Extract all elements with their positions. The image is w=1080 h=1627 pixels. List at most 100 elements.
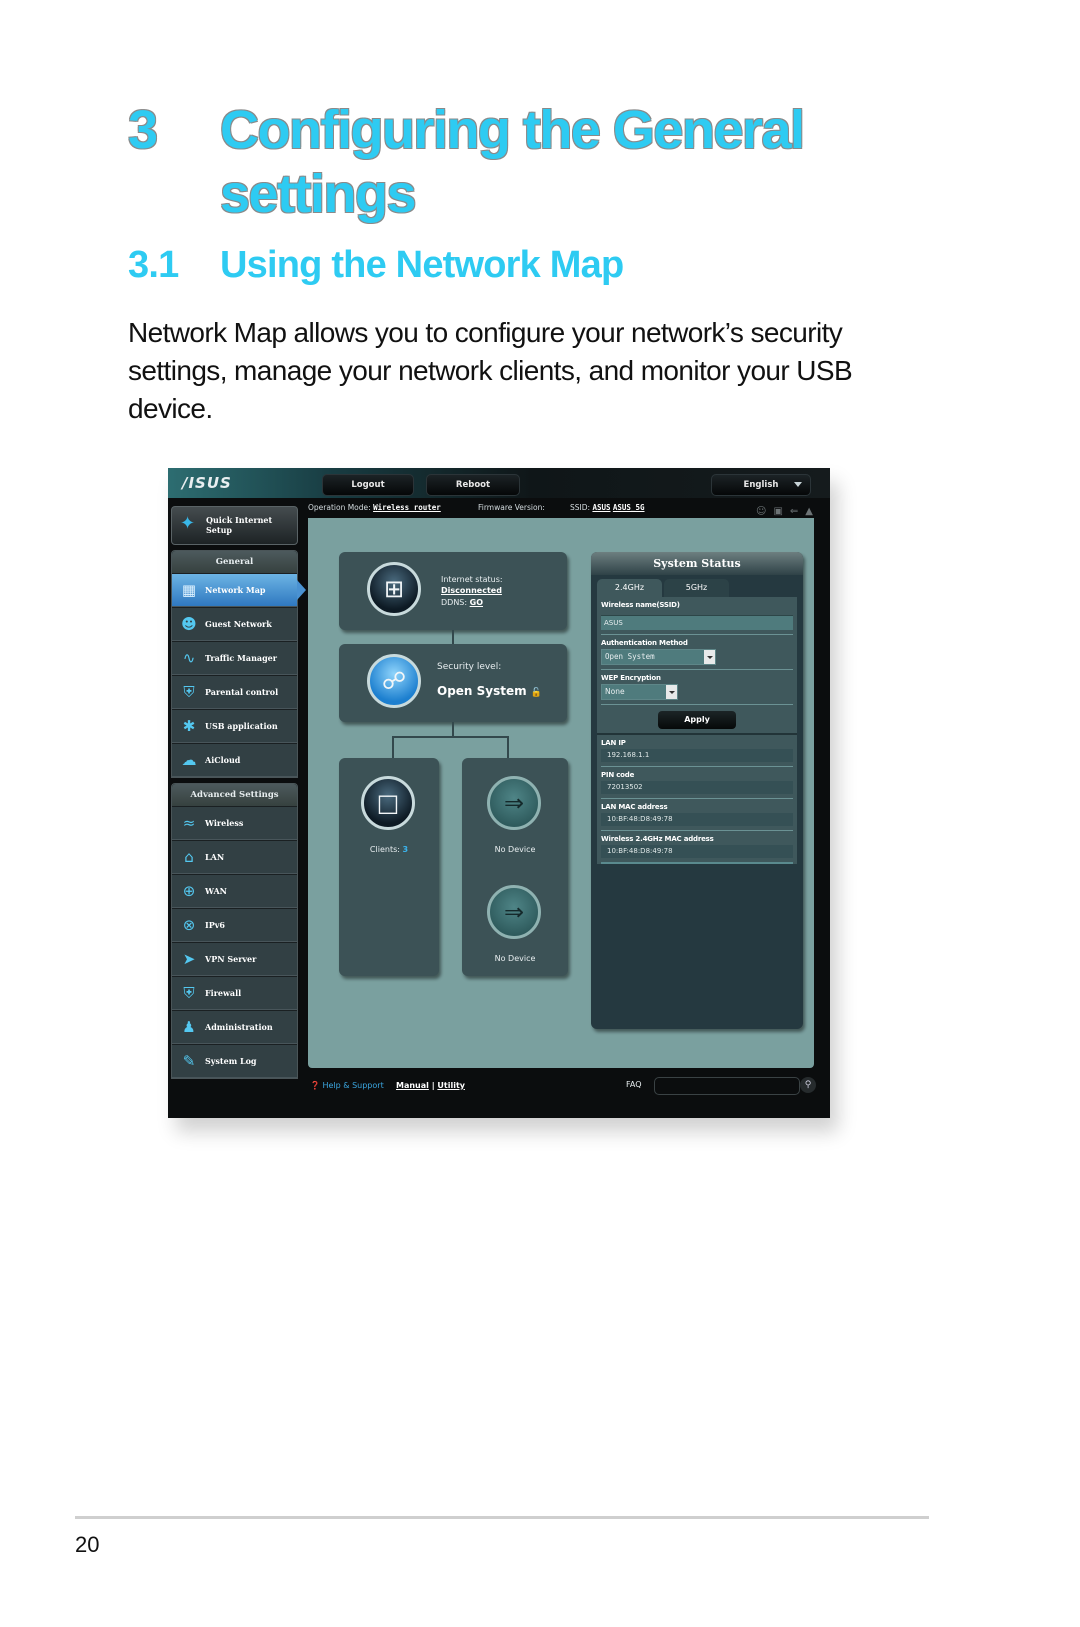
search-icon[interactable]: ⚲ xyxy=(800,1077,816,1093)
router-icon: ☍ xyxy=(381,667,407,695)
chevron-down-icon xyxy=(704,650,715,664)
sidebar-item-administration[interactable]: ♟ Administration xyxy=(172,1010,297,1044)
connector-line xyxy=(392,736,394,758)
clients-icon[interactable]: ☺ xyxy=(756,506,773,517)
apply-button[interactable]: Apply xyxy=(658,711,736,729)
footer-bar: ❓ Help & Support Manual | Utility FAQ ⚲ xyxy=(168,1073,830,1118)
system-status-panel: System Status 2.4GHz 5GHz Wireless name(… xyxy=(591,552,803,1029)
traffic-manager-icon: ∿ xyxy=(182,649,196,667)
usb-1-status: No Device xyxy=(494,845,536,854)
router-ui-screenshot: /ISUS Logout Reboot English Operation Mo… xyxy=(168,468,830,1118)
internet-status-label: Internet status: xyxy=(441,575,503,584)
chapter-title: Configuring the General settings xyxy=(220,100,805,224)
ssid-5-link[interactable]: ASUS_5G xyxy=(613,503,645,512)
magic-wand-icon: ✦ xyxy=(180,513,196,534)
pin-code-label: PIN code xyxy=(601,771,635,779)
sidebar-item-usb-application[interactable]: ✱ USB application xyxy=(172,709,297,743)
wireless-mac-value: 10:BF:48:D8:49:78 xyxy=(601,845,793,858)
lan-mac-label: LAN MAC address xyxy=(601,803,668,811)
advanced-menu: Advanced Settings ≈ Wireless ⌂ LAN ⊕ WAN… xyxy=(171,783,298,1079)
lan-ip-label: LAN IP xyxy=(601,739,626,747)
clients-card[interactable]: □ Clients: 3 xyxy=(339,758,439,976)
network-map-icon: ▦ xyxy=(181,581,197,599)
parental-lock-icon: ⛨ xyxy=(183,683,195,701)
clients-circle[interactable]: □ xyxy=(361,776,415,830)
security-level-value: Open System xyxy=(437,684,527,698)
printer-icon[interactable]: ▲ xyxy=(805,506,820,517)
globe-icon: ⊞ xyxy=(383,575,405,603)
help-icon: ❓ xyxy=(310,1081,320,1090)
sidebar-item-network-map[interactable]: ▦ Network Map xyxy=(172,573,306,607)
language-value: English xyxy=(743,480,779,490)
clients-count[interactable]: 3 xyxy=(403,845,409,854)
general-menu-header: General xyxy=(172,551,297,573)
section-heading: 3.1 Using the Network Map xyxy=(128,242,624,288)
ssid-display: SSID: ASUS ASUS_5G xyxy=(570,503,645,512)
computer-icon: □ xyxy=(376,789,400,817)
router-circle[interactable]: ☍ xyxy=(367,654,421,708)
wep-encryption-select[interactable]: None xyxy=(601,684,678,700)
clients-label: Clients: xyxy=(369,845,400,854)
firmware-label: Firmware Version: xyxy=(478,503,545,512)
sidebar-item-wireless[interactable]: ≈ Wireless xyxy=(172,806,297,840)
sidebar-item-ipv6[interactable]: ⊗ IPv6 xyxy=(172,908,297,942)
chevron-down-icon xyxy=(794,482,802,487)
log-edit-icon: ✎ xyxy=(182,1052,196,1070)
wireless-settings: Wireless name(SSID) ASUS Authentication … xyxy=(597,597,797,864)
usb-icon[interactable]: ⇐ xyxy=(790,506,805,517)
auth-method-select[interactable]: Open System xyxy=(601,649,716,665)
ddns-label: DDNS: xyxy=(441,598,468,607)
router-card[interactable]: ☍ Security level: Open System 🔓 xyxy=(339,644,567,722)
usb-1-circle[interactable]: ⇒ xyxy=(487,776,541,830)
operation-bar: Operation Mode: Wireless router Firmware… xyxy=(308,498,830,518)
tab-5ghz[interactable]: 5GHz xyxy=(664,579,729,597)
tab-2-4ghz[interactable]: 2.4GHz xyxy=(597,579,662,597)
usb-2-circle[interactable]: ⇒ xyxy=(487,885,541,939)
chevron-down-icon xyxy=(666,685,677,699)
ssid-24-link[interactable]: ASUS xyxy=(592,503,610,512)
connector-line xyxy=(507,736,509,758)
logout-button[interactable]: Logout xyxy=(322,474,414,496)
usb-card: ⇒ No Device ⇒ No Device xyxy=(462,758,568,976)
sidebar-item-wan[interactable]: ⊕ WAN xyxy=(172,874,297,908)
wep-encryption-label: WEP Encryption xyxy=(601,674,661,682)
top-bar: /ISUS Logout Reboot English xyxy=(168,468,830,498)
quick-internet-setup[interactable]: ✦ Quick Internet Setup xyxy=(171,506,298,545)
connector-line xyxy=(392,736,509,738)
usb-icon: ⇒ xyxy=(503,898,525,926)
faq-search-input[interactable] xyxy=(654,1077,800,1095)
sidebar-item-vpn-server[interactable]: ➤ VPN Server xyxy=(172,942,297,976)
internet-status-link[interactable]: Disconnected xyxy=(441,586,502,595)
network-icon[interactable]: ▣ xyxy=(773,506,789,517)
asus-logo: /ISUS xyxy=(182,474,232,492)
reboot-button[interactable]: Reboot xyxy=(426,474,520,496)
operation-mode-link[interactable]: Wireless router xyxy=(373,503,441,512)
footer-rule xyxy=(75,1516,929,1519)
manual-link[interactable]: Manual xyxy=(396,1081,429,1090)
help-support[interactable]: ❓ Help & Support xyxy=(310,1081,384,1090)
faq-label: FAQ xyxy=(626,1080,642,1089)
shield-icon: ⛨ xyxy=(183,984,195,1002)
language-select[interactable]: English xyxy=(711,474,811,496)
connector-line xyxy=(452,630,454,644)
sidebar-item-traffic-manager[interactable]: ∿ Traffic Manager xyxy=(172,641,297,675)
ssid-input[interactable]: ASUS xyxy=(601,615,793,630)
intro-paragraph: Network Map allows you to configure your… xyxy=(128,317,853,424)
sidebar-item-guest-network[interactable]: ☻ Guest Network xyxy=(172,607,297,641)
lan-mac-value: 10:BF:48:D8:49:78 xyxy=(601,813,793,826)
utility-link[interactable]: Utility xyxy=(437,1081,465,1090)
wireless-mac-label: Wireless 2.4GHz MAC address xyxy=(601,835,714,843)
usb-2-status: No Device xyxy=(494,954,536,963)
cloud-icon: ☁ xyxy=(181,751,197,769)
internet-card[interactable]: ⊞ Internet status: Disconnected DDNS: GO xyxy=(339,552,567,630)
ddns-go-link[interactable]: GO xyxy=(470,598,483,607)
internet-circle[interactable]: ⊞ xyxy=(367,562,421,616)
sidebar-item-firewall[interactable]: ⛨ Firewall xyxy=(172,976,297,1010)
sidebar-item-parental-control[interactable]: ⛨ Parental control xyxy=(172,675,297,709)
advanced-menu-header: Advanced Settings xyxy=(172,784,297,806)
admin-user-icon: ♟ xyxy=(182,1018,196,1036)
lan-ip-value: 192.168.1.1 xyxy=(601,749,793,762)
sidebar-item-aicloud[interactable]: ☁ AiCloud xyxy=(172,743,297,777)
section-title: Using the Network Map xyxy=(220,244,624,286)
sidebar-item-lan[interactable]: ⌂ LAN xyxy=(172,840,297,874)
